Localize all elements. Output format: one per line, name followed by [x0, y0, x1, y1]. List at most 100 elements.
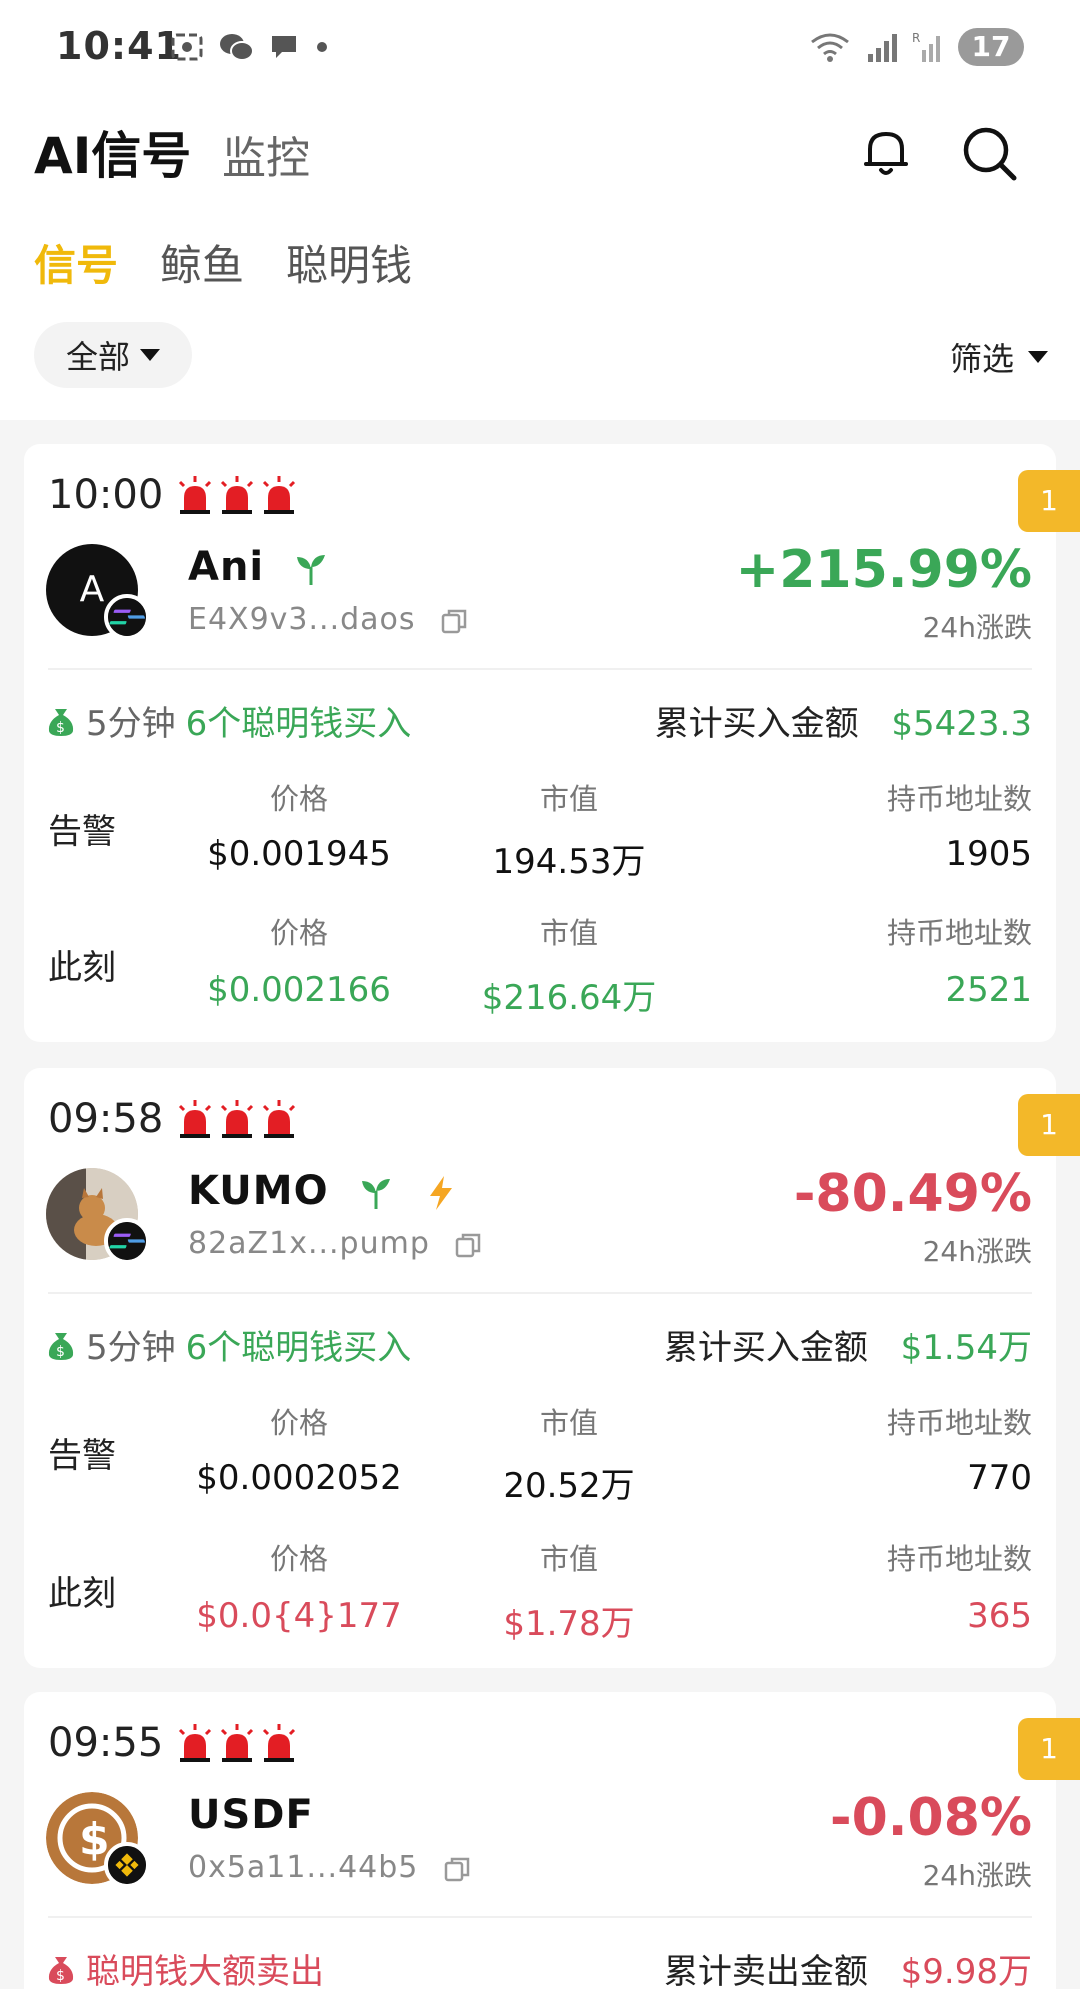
money-bag-icon: $: [48, 1332, 74, 1360]
rank-badge: 1: [1018, 470, 1080, 532]
alert-row-label: 告警: [48, 1436, 116, 1476]
siren-icon: [220, 476, 254, 514]
sub-tabs: 信号 鲸鱼 聪明钱: [0, 220, 1080, 300]
siren-icon: [220, 1100, 254, 1138]
total-amount: 累计卖出金额 $9.98万: [664, 1944, 1032, 1989]
rank-badge: 1: [1018, 1718, 1080, 1780]
siren-icon: [178, 476, 212, 514]
now-price: $0.002166: [207, 970, 391, 1010]
total-amount: 累计买入金额 $5423.3: [655, 696, 1032, 745]
signal-card[interactable]: 10:00 1 A Ani E4X9v3...daos +215.99% 24h…: [24, 444, 1080, 1042]
notification-icons: [170, 32, 330, 62]
now-holders: 365: [967, 1596, 1032, 1636]
bell-icon[interactable]: [856, 122, 916, 182]
price-header: 价格: [269, 1406, 328, 1440]
app-header: AI信号 监控: [0, 100, 1080, 200]
screenshot-icon: [171, 33, 203, 61]
now-mcap: $1.78万: [503, 1604, 635, 1644]
alert-holders: 770: [967, 1458, 1032, 1498]
mcap-header: 市值: [539, 782, 598, 816]
rank-badge: 1: [1018, 1094, 1080, 1156]
total-value: $1.54万: [900, 1328, 1032, 1368]
search-icon[interactable]: [958, 122, 1020, 184]
now-mcap: $216.64万: [481, 978, 657, 1018]
total-label: 累计买入金额: [663, 1328, 868, 1368]
signal-time: 09:55: [48, 1720, 164, 1766]
alarm-level: [174, 1722, 300, 1764]
lightning-icon: [430, 1176, 453, 1210]
alert-row-label: 告警: [48, 812, 116, 852]
action-time: 5分钟: [86, 1328, 176, 1368]
divider: [48, 668, 1032, 670]
signal-action: $ 5分钟 6个聪明钱买入: [46, 696, 411, 745]
alert-mcap: 194.53万: [492, 842, 646, 882]
solana-chain-icon: [104, 594, 150, 640]
action-time: 5分钟: [86, 704, 176, 744]
token-name-text: USDF: [188, 1792, 314, 1838]
change-label: 24h涨跌: [922, 1235, 1032, 1268]
siren-icon: [220, 1724, 254, 1762]
alert-mcap: 20.52万: [503, 1466, 635, 1506]
address-text: 0x5a11...44b5: [188, 1850, 419, 1885]
money-bag-icon: $: [48, 708, 74, 736]
token-address: 82aZ1x...pump: [188, 1226, 482, 1261]
now-price: $0.0{4}177: [196, 1596, 402, 1636]
siren-icon: [262, 1100, 296, 1138]
action-text: 6个聪明钱买入: [185, 1328, 412, 1368]
tab-smart-money[interactable]: 聪明钱: [286, 232, 412, 293]
now-row-label: 此刻: [48, 948, 116, 988]
token-address: 0x5a11...44b5: [188, 1850, 471, 1885]
tab-monitor[interactable]: 监控: [222, 122, 310, 186]
copy-icon[interactable]: [440, 607, 468, 635]
price-change: -80.49%: [793, 1164, 1032, 1224]
sprout-icon: [297, 555, 326, 585]
signal-roaming-icon: R: [912, 31, 940, 62]
price-change: +215.99%: [735, 540, 1032, 600]
change-label: 24h涨跌: [922, 611, 1032, 644]
signal-icon: [868, 34, 897, 62]
total-label: 累计卖出金额: [663, 1952, 868, 1989]
alarm-level: [174, 474, 300, 516]
signal-time: 09:58: [48, 1096, 164, 1142]
caret-down-icon: [140, 349, 160, 361]
dot-icon: [317, 42, 327, 52]
svg-text:R: R: [912, 31, 920, 45]
now-holders: 2521: [945, 970, 1032, 1010]
filter-screen-dropdown[interactable]: 筛选: [950, 334, 1048, 380]
status-bar: 10:41 R 17: [0, 0, 1080, 100]
action-text: 6个聪明钱买入: [185, 704, 412, 744]
filter-all-label: 全部: [65, 338, 130, 376]
now-row-label: 此刻: [48, 1574, 116, 1614]
tab-signal[interactable]: 信号: [34, 232, 118, 293]
page-title[interactable]: AI信号: [34, 116, 191, 188]
token-name: Ani: [188, 544, 331, 590]
solana-chain-icon: [104, 1218, 150, 1264]
wifi-icon: [811, 33, 849, 62]
signal-action: $ 聪明钱大额卖出: [46, 1944, 324, 1989]
top-area: 10:41 R 17 AI信号 监控 信号 鲸鱼 聪明钱 全部 筛选: [0, 0, 1080, 420]
svg-text:$: $: [56, 1344, 65, 1360]
signal-card[interactable]: 09:58 1 KUMO 82aZ1x...pump -80.49% 24h涨跌…: [24, 1068, 1080, 1668]
signal-card[interactable]: 09:55 1 $ USDF 0x5a11...44b5 -0.08% 24h涨…: [24, 1692, 1080, 1989]
money-bag-icon: $: [48, 1956, 74, 1984]
token-name-text: Ani: [188, 544, 265, 590]
copy-icon[interactable]: [454, 1231, 482, 1259]
holders-header: 持币地址数: [886, 782, 1032, 816]
siren-icon: [262, 1724, 296, 1762]
filter-all-dropdown[interactable]: 全部: [34, 322, 192, 388]
address-text: E4X9v3...daos: [188, 602, 416, 637]
token-name: USDF: [188, 1792, 314, 1838]
siren-icon: [178, 1100, 212, 1138]
svg-text:$: $: [56, 720, 65, 736]
chat-icon: [272, 36, 296, 58]
tab-whale[interactable]: 鲸鱼: [160, 232, 244, 293]
status-time: 10:41: [56, 24, 182, 68]
holders-header: 持币地址数: [886, 1542, 1032, 1576]
price-header: 价格: [269, 1542, 328, 1576]
total-amount: 累计买入金额 $1.54万: [664, 1320, 1032, 1369]
wechat-icon: [220, 34, 254, 61]
price-change: -0.08%: [830, 1788, 1032, 1848]
copy-icon[interactable]: [443, 1855, 471, 1883]
system-icons: R 17: [808, 28, 1024, 66]
holders-header: 持币地址数: [886, 1406, 1032, 1440]
